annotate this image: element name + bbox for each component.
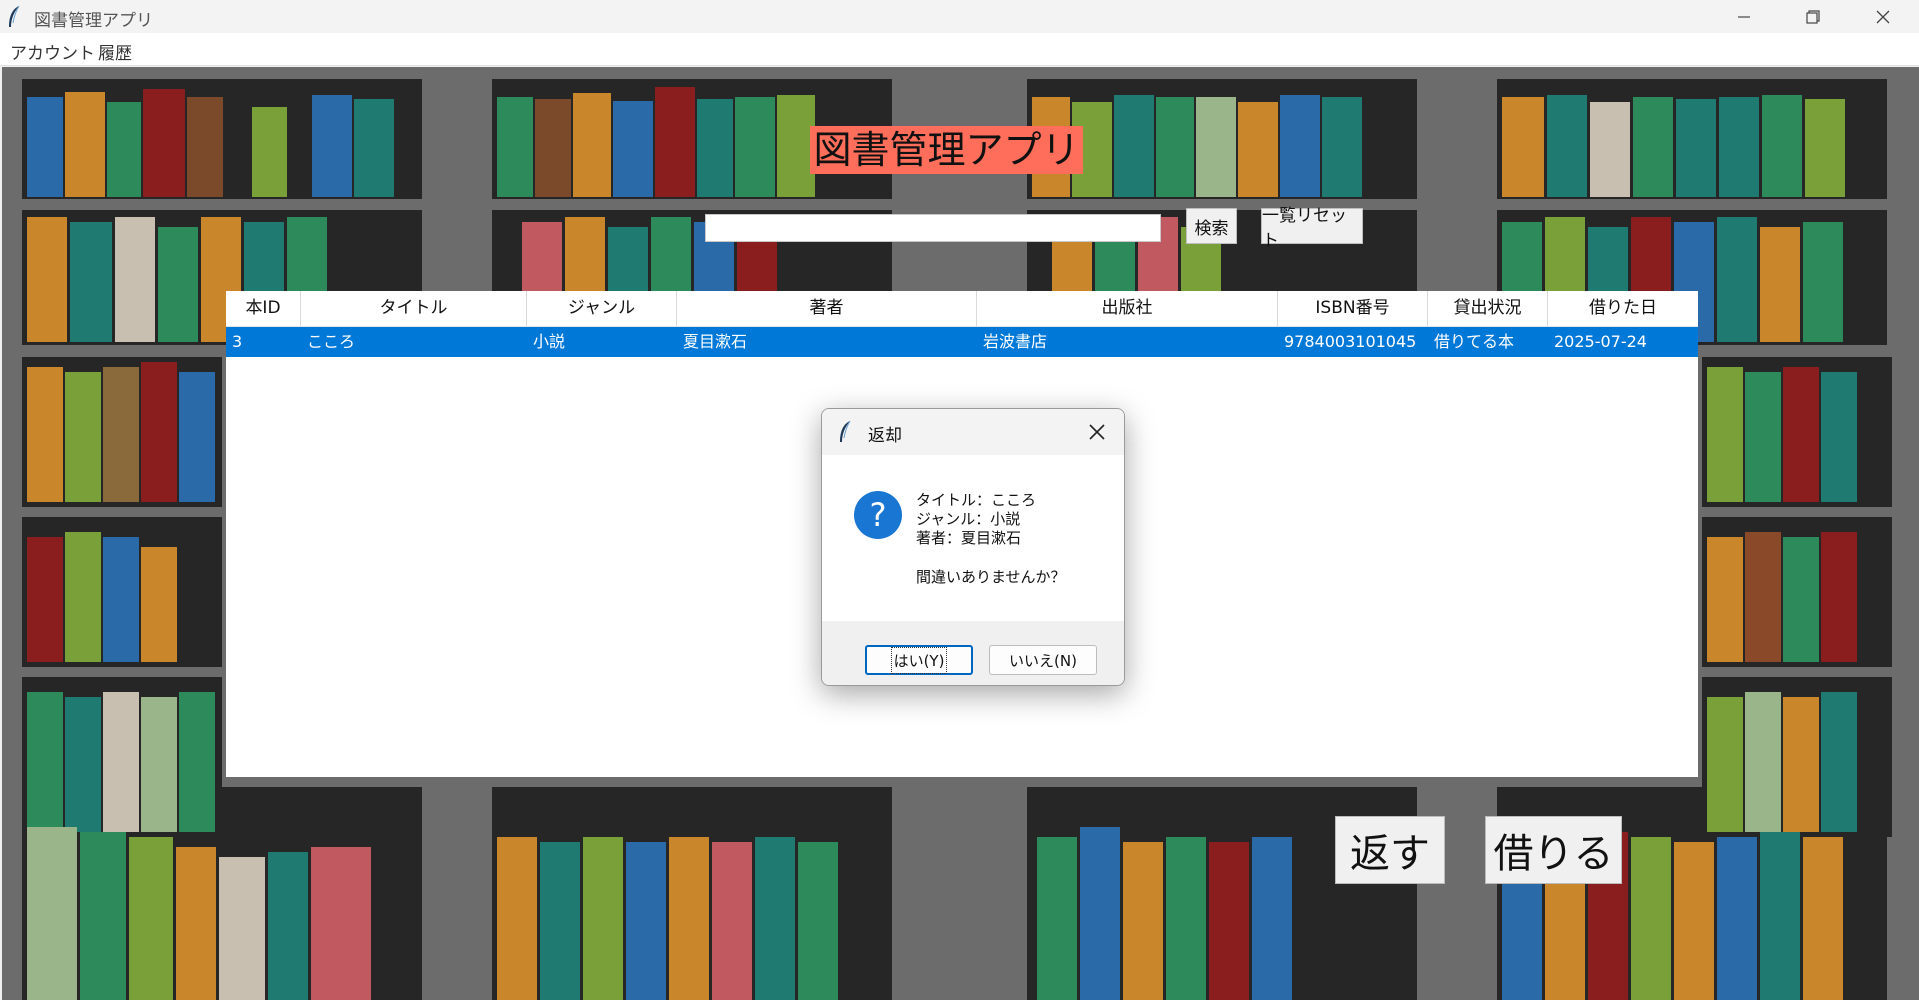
- cell-date: 2025-07-24: [1554, 332, 1647, 351]
- table-row[interactable]: 3 こころ 小説 夏目漱石 岩波書店 9784003101045 借りてる本 2…: [226, 327, 1698, 357]
- column-header-id[interactable]: 本ID: [226, 291, 301, 326]
- search-button[interactable]: 検索: [1186, 208, 1237, 244]
- minimize-button[interactable]: [1710, 0, 1778, 33]
- column-header-isbn[interactable]: ISBN番号: [1278, 291, 1428, 326]
- cell-id: 3: [232, 332, 243, 351]
- yes-button[interactable]: はい(Y): [865, 645, 973, 675]
- search-input[interactable]: [705, 214, 1161, 242]
- window-title: 図書管理アプリ: [34, 11, 153, 31]
- close-icon[interactable]: [1086, 421, 1108, 443]
- menu-history[interactable]: 履歴: [98, 39, 132, 64]
- feather-icon: [840, 420, 851, 442]
- cell-title: こころ: [307, 332, 356, 351]
- column-header-title[interactable]: タイトル: [301, 291, 527, 326]
- dialog-line-genre: ジャンル：小説: [916, 510, 1021, 528]
- dialog-title: 返却: [868, 426, 902, 446]
- dialog-footer: はい(Y) いいえ(N): [822, 621, 1124, 685]
- dialog-line-author: 著者：夏目漱石: [916, 529, 1022, 547]
- app-title-label: 図書管理アプリ: [810, 126, 1083, 174]
- borrow-button[interactable]: 借りる: [1485, 816, 1622, 884]
- dialog-question: 間違いありませんか？: [916, 568, 1066, 586]
- menu-account[interactable]: アカウント: [10, 39, 95, 64]
- dialog-titlebar: 返却: [822, 409, 1124, 455]
- window-titlebar: 図書管理アプリ: [0, 0, 1919, 33]
- no-button-label: いいえ(N): [1009, 651, 1077, 670]
- column-header-status[interactable]: 貸出状況: [1428, 291, 1548, 326]
- feather-icon: [9, 5, 20, 27]
- column-header-publisher[interactable]: 出版社: [977, 291, 1278, 326]
- minimize-icon: [1738, 15, 1750, 18]
- yes-button-label: はい(Y): [890, 646, 948, 674]
- reset-list-button[interactable]: 一覧リセット: [1261, 206, 1363, 251]
- column-header-author[interactable]: 著者: [677, 291, 977, 326]
- cell-publisher: 岩波書店: [983, 332, 1048, 351]
- cell-isbn: 9784003101045: [1284, 332, 1417, 351]
- restore-button[interactable]: [1779, 0, 1847, 33]
- table-header: 本ID タイトル ジャンル 著者 出版社 ISBN番号 貸出状況 借りた日: [226, 291, 1698, 327]
- return-button[interactable]: 返す: [1335, 816, 1445, 884]
- close-window-button[interactable]: [1849, 0, 1917, 33]
- cell-author: 夏目漱石: [683, 332, 748, 351]
- column-header-date[interactable]: 借りた日: [1548, 291, 1698, 326]
- cell-genre: 小説: [533, 332, 566, 351]
- column-header-genre[interactable]: ジャンル: [527, 291, 677, 326]
- menubar: アカウント 履歴: [0, 33, 1919, 66]
- return-confirm-dialog: 返却 ? タイトル：こころ ジャンル：小説 著者：夏目漱石 間違いありませんか？…: [821, 408, 1125, 686]
- restore-icon: [1806, 9, 1820, 24]
- close-icon: [1876, 10, 1890, 23]
- cell-status: 借りてる本: [1434, 332, 1515, 351]
- dialog-line-title: タイトル：こころ: [916, 491, 1037, 509]
- question-icon: ?: [854, 491, 902, 539]
- no-button[interactable]: いいえ(N): [989, 645, 1097, 675]
